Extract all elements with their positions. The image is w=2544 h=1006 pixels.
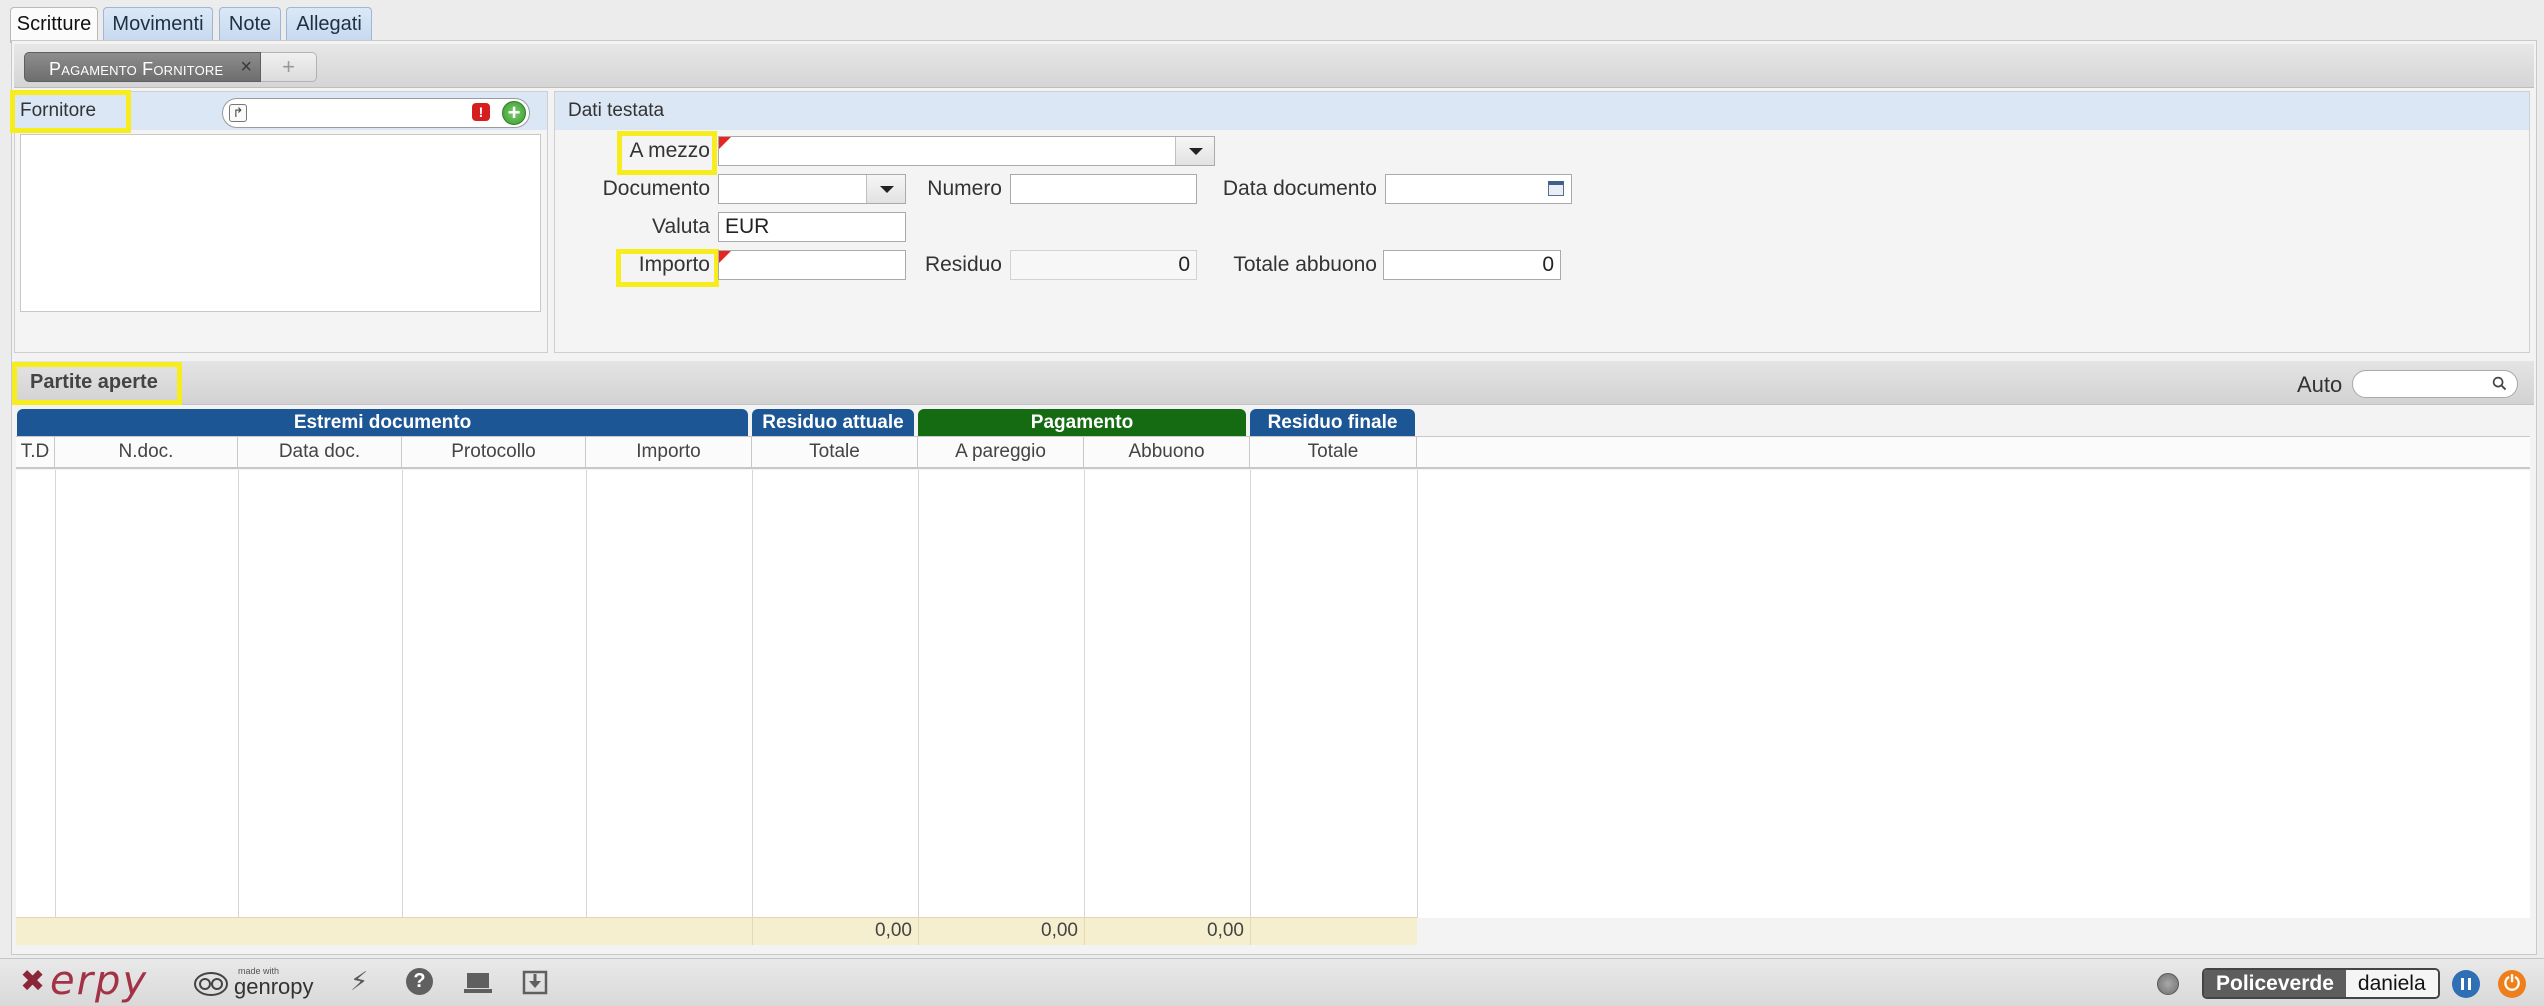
subtab-label: Pagamento Fornitore [49,59,224,79]
pause-bar [2461,978,2464,990]
tab-movimenti[interactable]: Movimenti [103,7,213,41]
grid-divider [402,470,403,918]
residuo-label: Residuo [924,253,1002,276]
add-subtab-button[interactable]: + [261,52,317,82]
grid-divider [55,470,56,918]
dati-testata-title: Dati testata [568,100,665,121]
documento-select[interactable] [718,174,906,204]
valuta-label: Valuta [652,215,710,238]
total-residuo-attuale: 0,00 [752,917,918,945]
col-td[interactable]: T.D [16,436,55,469]
grid-divider [1084,470,1085,918]
company-name: Policeverde [2204,970,2346,997]
user-name: daniela [2345,970,2438,997]
numero-input[interactable] [1010,174,1197,204]
col-importo[interactable]: Importo [586,436,752,469]
genropy-logo: made with genropy [194,966,319,1000]
highlight-fornitore [10,90,131,133]
group-estremi-documento: Estremi documento [17,409,748,436]
status-dot-icon [2157,973,2179,995]
col-protocollo[interactable]: Protocollo [402,436,586,469]
col-abbuono[interactable]: Abbuono [1084,436,1250,469]
highlight-importo [616,249,719,287]
tab-scritture[interactable]: Scritture [10,7,98,43]
owl-icon [194,972,228,996]
col-residuo-totale[interactable]: Totale [752,436,918,469]
group-pagamento: Pagamento [918,409,1246,436]
grid-divider [238,470,239,918]
grid-body[interactable] [16,470,2530,918]
download-icon[interactable] [522,969,548,995]
group-residuo-finale: Residuo finale [1250,409,1415,436]
dati-testata-header [555,92,2529,130]
partite-aperte-bar [14,361,2534,405]
add-circle-icon[interactable]: + [502,101,526,125]
group-residuo-attuale: Residuo attuale [752,409,914,436]
laptop-icon[interactable] [463,972,493,994]
grid-divider [1250,470,1251,918]
calendar-icon[interactable] [1548,181,1564,196]
col-ndoc[interactable]: N.doc. [55,436,238,469]
pause-icon[interactable] [2452,970,2480,998]
error-icon: ! [472,103,490,121]
required-marker [719,251,731,263]
highlight-partite-aperte [12,362,182,405]
power-icon[interactable]: ⏻ [2498,970,2526,998]
bolt-icon[interactable]: ⚡ [350,966,368,997]
col-a-pareggio[interactable]: A pareggio [918,436,1084,469]
grid-divider [752,470,753,918]
col-data-doc[interactable]: Data doc. [238,436,402,469]
subtab-bar [14,44,2534,88]
total-residuo-finale [1250,917,1417,945]
pause-bar [2468,978,2471,990]
a-mezzo-select[interactable] [718,136,1215,166]
erpy-mark-icon: ✖ [20,965,46,998]
residuo-field: 0 [1010,250,1197,280]
total-a-pareggio: 0,00 [918,917,1084,945]
valuta-input[interactable]: EUR [718,212,906,242]
chevron-down-icon[interactable] [1175,137,1214,165]
subtab-pagamento-fornitore[interactable]: Pagamento Fornitore × [24,52,261,82]
importo-input[interactable] [718,250,906,280]
fornitore-details-box [20,134,541,312]
grid-divider [918,470,919,918]
genropy-text: genropy [234,974,314,999]
help-icon[interactable]: ? [406,968,433,995]
col-finale-totale[interactable]: Totale [1250,436,1417,469]
totale-abbuono-label: Totale abbuono [1233,253,1377,276]
required-marker [719,137,731,149]
tab-note[interactable]: Note [219,7,281,41]
erpy-logo-text: erpy [50,958,149,1004]
search-icon[interactable] [2492,376,2507,391]
data-documento-input[interactable] [1385,174,1572,204]
tab-allegati[interactable]: Allegati [286,7,372,41]
grid-divider [1417,470,1418,918]
documento-label: Documento [602,177,710,200]
company-user-badge[interactable]: Policeverde daniela [2202,968,2440,999]
total-abbuono: 0,00 [1084,917,1250,945]
numero-label: Numero [927,177,1002,200]
link-icon[interactable]: ↱ [229,104,247,122]
data-documento-label: Data documento [1222,177,1377,200]
auto-label: Auto [2297,372,2343,397]
close-icon[interactable]: × [240,56,252,79]
highlight-a-mezzo [617,131,717,175]
grid-divider [586,470,587,918]
totale-abbuono-input[interactable]: 0 [1383,250,1561,280]
